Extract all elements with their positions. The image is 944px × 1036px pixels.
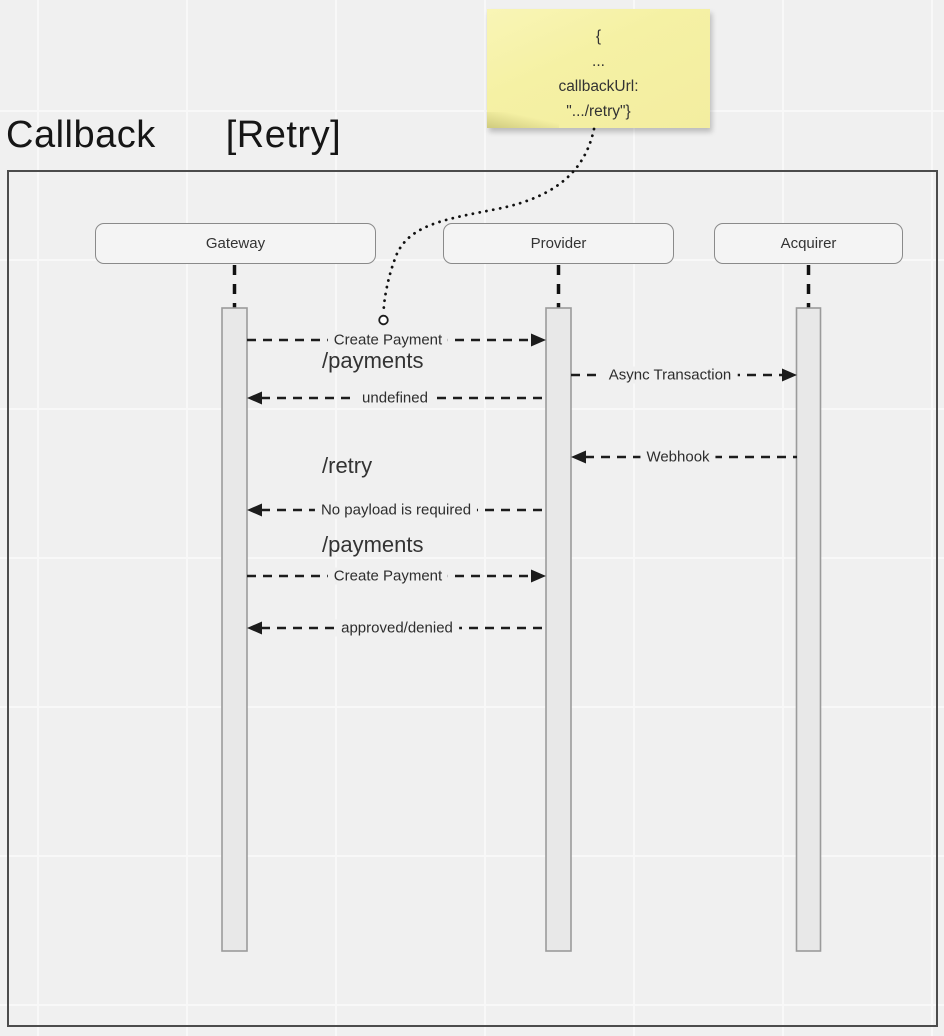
message-label-undefined[interactable]: undefined [356, 390, 434, 407]
diagram-graphics [0, 0, 944, 1036]
activation-bar-acquirer[interactable] [797, 308, 821, 951]
arrowhead-undefined [247, 392, 262, 405]
endpoint-label-payments-1[interactable]: /payments [322, 348, 424, 374]
endpoint-label-payments-2[interactable]: /payments [322, 532, 424, 558]
note-connector [384, 129, 595, 313]
message-label-approved-denied[interactable]: approved/denied [335, 620, 459, 637]
message-label-create-payment-2[interactable]: Create Payment [328, 568, 448, 585]
diagram-canvas: { ... callbackUrl: ".../retry"} Callback… [0, 0, 944, 1036]
arrowhead-async-transaction [782, 369, 797, 382]
arrowhead-approved-denied [247, 622, 262, 635]
note-connector-anchor-circle [379, 316, 388, 325]
arrowhead-create-payment-1 [531, 334, 546, 347]
arrowhead-create-payment-2 [531, 570, 546, 583]
message-label-no-payload[interactable]: No payload is required [315, 501, 477, 518]
arrowhead-no-payload [247, 504, 262, 517]
message-label-create-payment-1[interactable]: Create Payment [328, 331, 448, 348]
activation-bar-provider[interactable] [546, 308, 571, 951]
activation-bar-gateway[interactable] [222, 308, 247, 951]
message-label-webhook[interactable]: Webhook [640, 448, 715, 465]
message-label-async-transaction[interactable]: Async Transaction [603, 366, 738, 383]
arrowhead-webhook [571, 451, 586, 464]
endpoint-label-retry[interactable]: /retry [322, 453, 372, 479]
